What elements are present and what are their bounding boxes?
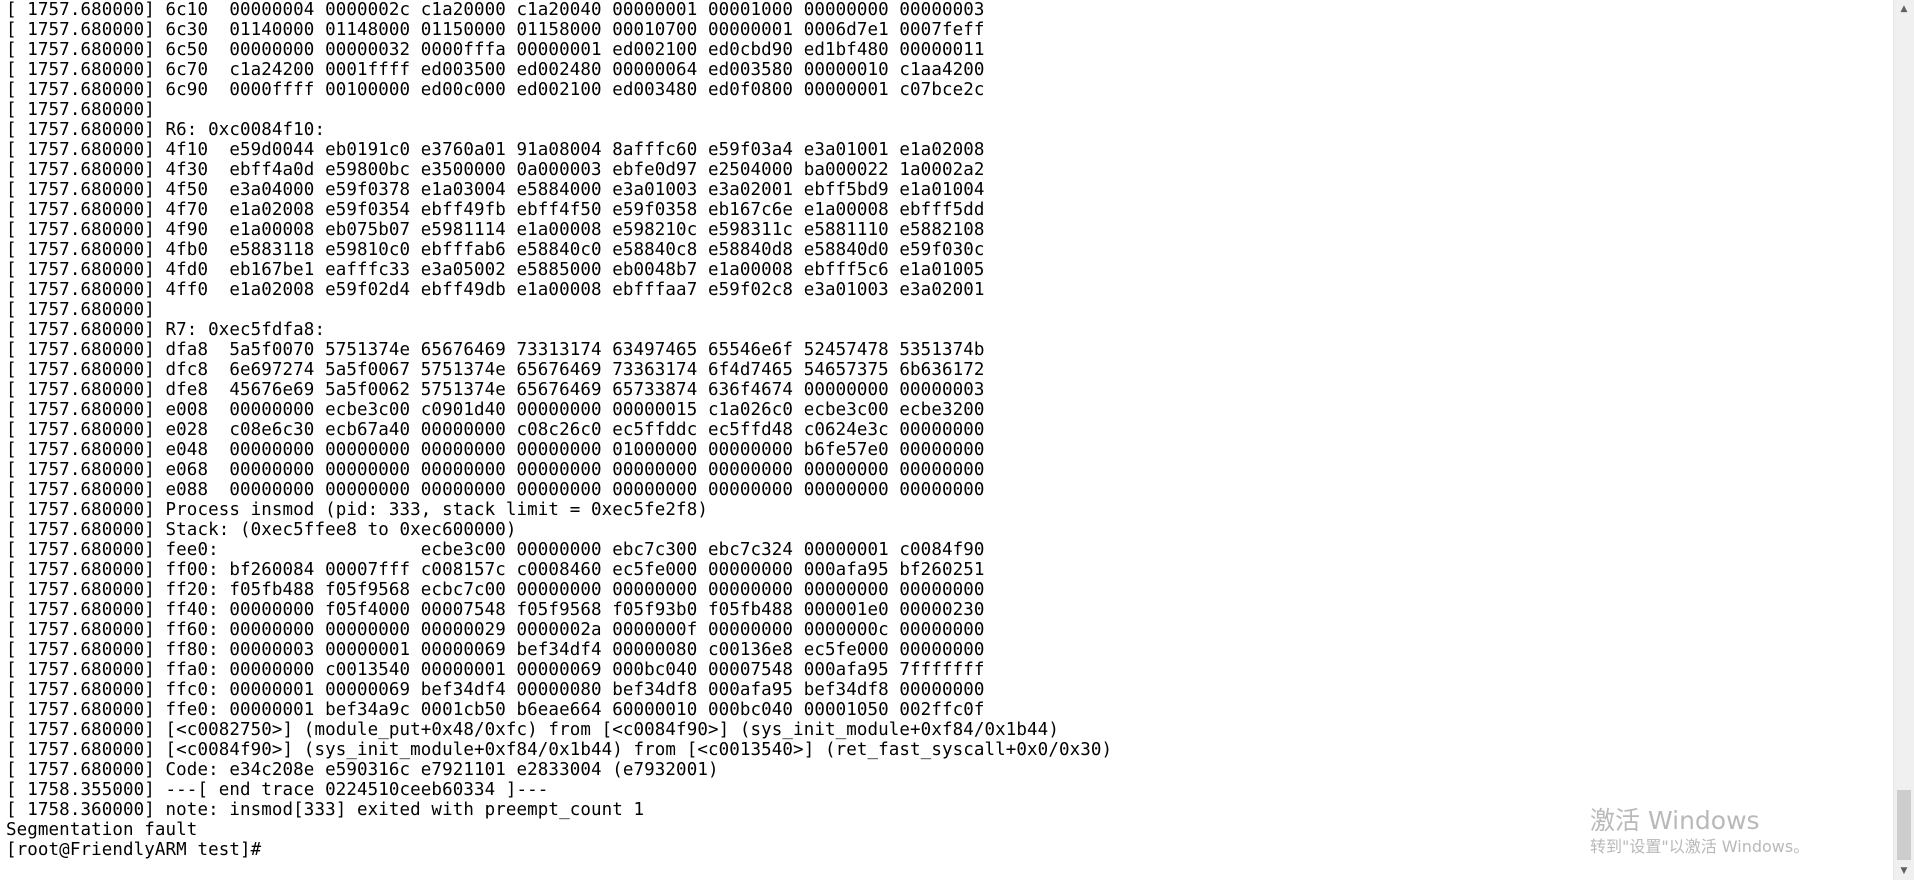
terminal-line: [ 1757.680000] [<c0082750>] (module_put+… — [6, 720, 1059, 740]
terminal-line: [ 1757.680000] 4f30 ebff4a0d e59800bc e3… — [6, 160, 985, 180]
terminal-line: [ 1757.680000] 6c10 00000004 0000002c c1… — [6, 0, 985, 20]
terminal-line: [ 1758.355000] ---[ end trace 0224510cee… — [6, 780, 549, 800]
terminal-line: [ 1757.680000] ffa0: 00000000 c0013540 0… — [6, 660, 985, 680]
scroll-down-arrow-icon[interactable]: ▼ — [1894, 862, 1914, 880]
terminal-line: [ 1757.680000] ff60: 00000000 00000000 0… — [6, 620, 985, 640]
terminal-window[interactable]: [ 1757.680000] 6c10 00000004 0000002c c1… — [0, 0, 1894, 880]
terminal-line: [ 1757.680000] 6c30 01140000 01148000 01… — [6, 20, 985, 40]
terminal-line: [ 1758.360000] note: insmod[333] exited … — [6, 800, 645, 820]
scrollbar-thumb[interactable] — [1897, 790, 1911, 860]
terminal-output: [ 1757.680000] 6c10 00000004 0000002c c1… — [6, 0, 1112, 860]
terminal-line: [ 1757.680000] 4f10 e59d0044 eb0191c0 e3… — [6, 140, 985, 160]
terminal-line: Segmentation fault — [6, 820, 198, 840]
terminal-line: [ 1757.680000] — [6, 100, 155, 120]
terminal-line: [ 1757.680000] fee0: ecbe3c00 00000000 e… — [6, 540, 985, 560]
terminal-line: [ 1757.680000] ff00: bf260084 00007fff c… — [6, 560, 985, 580]
terminal-line: [ 1757.680000] 4f70 e1a02008 e59f0354 eb… — [6, 200, 985, 220]
terminal-line: [ 1757.680000] ff20: f05fb488 f05f9568 e… — [6, 580, 985, 600]
terminal-line: [ 1757.680000] e048 00000000 00000000 00… — [6, 440, 985, 460]
watermark-title: 激活 Windows — [1590, 806, 1760, 835]
terminal-line: [ 1757.680000] 4fb0 e5883118 e59810c0 eb… — [6, 240, 985, 260]
terminal-line: [ 1757.680000] Stack: (0xec5ffee8 to 0xe… — [6, 520, 517, 540]
terminal-line: [root@FriendlyARM test]# — [6, 840, 262, 860]
terminal-line: [ 1757.680000] ffc0: 00000001 00000069 b… — [6, 680, 985, 700]
terminal-line: [ 1757.680000] [<c0084f90>] (sys_init_mo… — [6, 740, 1113, 760]
terminal-line: [ 1757.680000] dfe8 45676e69 5a5f0062 57… — [6, 380, 985, 400]
terminal-line: [ 1757.680000] dfc8 6e697274 5a5f0067 57… — [6, 360, 985, 380]
terminal-line: [ 1757.680000] e028 c08e6c30 ecb67a40 00… — [6, 420, 985, 440]
terminal-line: [ 1757.680000] e008 00000000 ecbe3c00 c0… — [6, 400, 985, 420]
terminal-line: [ 1757.680000] — [6, 300, 155, 320]
terminal-line: [ 1757.680000] R7: 0xec5fdfa8: — [6, 320, 326, 340]
terminal-line: [ 1757.680000] R6: 0xc0084f10: — [6, 120, 326, 140]
watermark-subtitle: 转到"设置"以激活 Windows。 — [1590, 837, 1810, 856]
terminal-line: [ 1757.680000] Process insmod (pid: 333,… — [6, 500, 708, 520]
terminal-line: [ 1757.680000] 4f90 e1a00008 eb075b07 e5… — [6, 220, 985, 240]
terminal-line: [ 1757.680000] 4fd0 eb167be1 eafffc33 e3… — [6, 260, 985, 280]
terminal-line: [ 1757.680000] Code: e34c208e e590316c e… — [6, 760, 719, 780]
scroll-up-arrow-icon[interactable]: ▲ — [1894, 0, 1914, 18]
terminal-line: [ 1757.680000] 4f50 e3a04000 e59f0378 e1… — [6, 180, 985, 200]
activate-windows-watermark: 激活 Windows 转到"设置"以激活 Windows。 — [1590, 806, 1809, 858]
terminal-line: [ 1757.680000] ffe0: 00000001 bef34a9c 0… — [6, 700, 985, 720]
terminal-line: [ 1757.680000] 6c50 00000000 00000032 00… — [6, 40, 985, 60]
vertical-scrollbar[interactable]: ▲ ▼ — [1893, 0, 1914, 880]
terminal-line: [ 1757.680000] e068 00000000 00000000 00… — [6, 460, 985, 480]
terminal-line: [ 1757.680000] dfa8 5a5f0070 5751374e 65… — [6, 340, 985, 360]
terminal-line: [ 1757.680000] 4ff0 e1a02008 e59f02d4 eb… — [6, 280, 985, 300]
terminal-line: [ 1757.680000] ff80: 00000003 00000001 0… — [6, 640, 985, 660]
terminal-line: [ 1757.680000] e088 00000000 00000000 00… — [6, 480, 985, 500]
terminal-line: [ 1757.680000] 6c90 0000ffff 00100000 ed… — [6, 80, 985, 100]
terminal-line: [ 1757.680000] ff40: 00000000 f05f4000 0… — [6, 600, 985, 620]
terminal-line: [ 1757.680000] 6c70 c1a24200 0001ffff ed… — [6, 60, 985, 80]
